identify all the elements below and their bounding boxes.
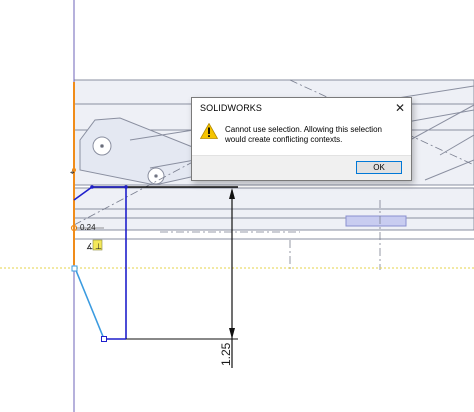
angle-relation-icon: ∡ xyxy=(86,242,93,251)
sketch-endpoint-2[interactable] xyxy=(71,265,78,272)
dialog-titlebar[interactable]: SOLIDWORKS ✕ xyxy=(192,98,411,118)
ok-button[interactable]: OK xyxy=(356,161,402,174)
relation-icon: ⊥ xyxy=(95,242,102,251)
sketch-point-1[interactable] xyxy=(90,185,94,189)
origin-marker-icon: ⌖ xyxy=(70,168,75,177)
slot-feature xyxy=(345,215,407,227)
graphics-area[interactable]: ⌖ 1.25 0.24 ⊥ ∡ xyxy=(0,0,474,412)
sketch-line-selected xyxy=(74,267,105,340)
solidworks-error-dialog: SOLIDWORKS ✕ Cannot use selection. Allow… xyxy=(191,97,412,181)
close-icon[interactable]: ✕ xyxy=(391,99,409,117)
dimension-value-small[interactable]: 0.24 xyxy=(80,223,96,232)
sketch-point-2[interactable] xyxy=(124,185,128,189)
dialog-footer: OK xyxy=(192,155,411,180)
dimension-value-1-25[interactable]: 1.25 xyxy=(219,342,233,366)
dialog-body: Cannot use selection. Allowing this sele… xyxy=(192,118,411,156)
sketch-endpoint-1[interactable] xyxy=(101,336,107,342)
dialog-message: Cannot use selection. Allowing this sele… xyxy=(225,125,382,144)
dialog-title: SOLIDWORKS xyxy=(200,103,263,113)
warning-icon xyxy=(200,123,218,139)
